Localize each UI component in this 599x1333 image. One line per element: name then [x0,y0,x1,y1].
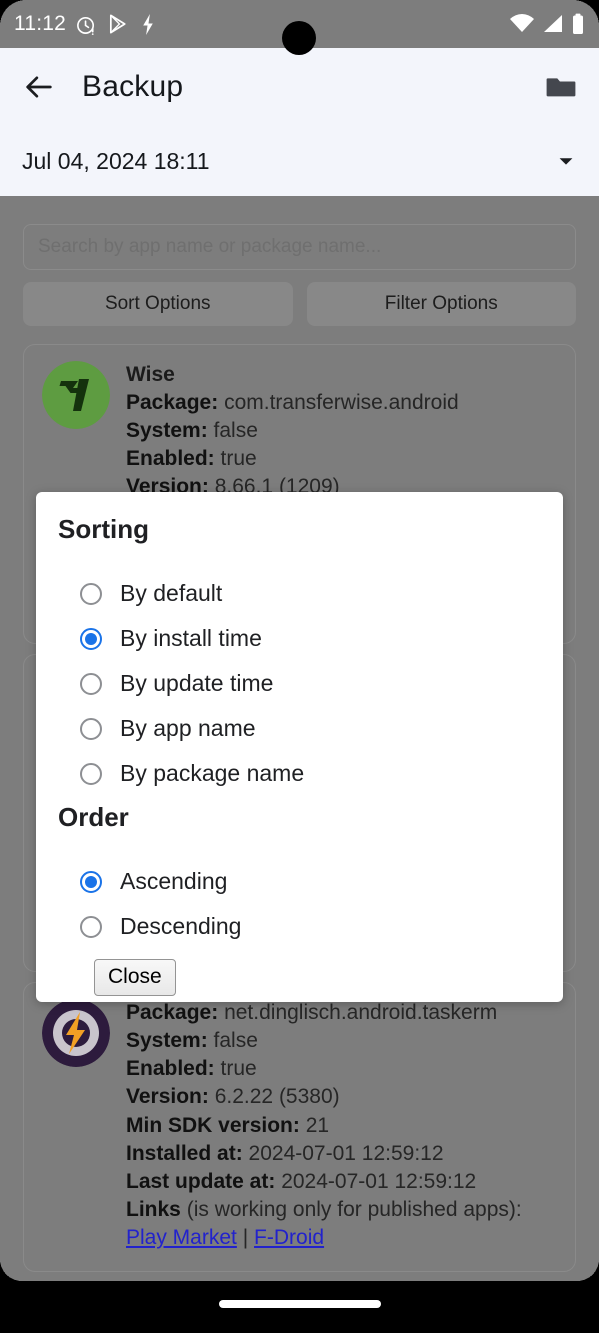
radio-label: By app name [120,715,256,741]
radio-label: Descending [120,913,242,939]
radio-ascending[interactable]: Ascending [58,859,563,904]
value-package: com.transferwise.android [224,390,459,414]
wise-app-icon [42,361,110,429]
alarm-clock-icon [77,16,95,35]
app-minsdk-row: Min SDK version: 21 [126,1112,557,1140]
radio-descending[interactable]: Descending [58,904,563,949]
radio-icon[interactable] [80,582,102,605]
sort-options-button[interactable]: Sort Options [23,282,293,326]
links-note: (is working only for published apps): [186,1197,522,1221]
label-enabled: Enabled: [126,1057,215,1081]
app-package-row: Package: net.dinglisch.android.taskerm [126,999,557,1027]
value-system: false [213,1029,258,1053]
app-card-inner: Package: net.dinglisch.android.taskerm S… [24,983,575,1252]
app-version-row: Version: 6.2.22 (5380) [126,1083,557,1111]
radio-label: By package name [120,760,305,786]
tasker-app-icon [42,999,110,1067]
page-title: Backup [82,70,184,103]
radio-icon[interactable] [80,672,102,695]
status-bar-left: 11:12 [14,12,157,36]
search-placeholder: Search by app name or package name... [38,236,382,257]
app-card-tasker[interactable]: Package: net.dinglisch.android.taskerm S… [23,982,576,1272]
cellular-signal-icon [544,15,562,32]
app-links-list: Play Market | F-Droid [126,1224,557,1252]
radio-icon-selected[interactable] [80,627,102,650]
radio-icon[interactable] [80,762,102,785]
options-row: Sort Options Filter Options [23,282,576,326]
filter-options-button[interactable]: Filter Options [306,282,576,326]
app-enabled-row: Enabled: true [126,1055,557,1083]
value-system: false [213,418,258,442]
radio-label: By update time [120,670,274,696]
label-links: Links [126,1197,181,1221]
label-system: System: [126,418,208,442]
order-section-title: Order [58,802,129,832]
back-arrow-icon[interactable] [22,70,56,104]
status-bar-clock: 11:12 [14,12,66,35]
app-system-row: System: false [126,417,557,445]
app-info: Package: net.dinglisch.android.taskerm S… [126,999,557,1252]
order-radio-group: Ascending Descending [36,859,563,949]
sort-radio-group: By default By install time By update tim… [36,571,563,796]
radio-by-install-time[interactable]: By install time [58,616,563,661]
value-enabled: true [220,1057,257,1081]
radio-label: By install time [120,625,262,651]
close-button[interactable]: Close [94,959,176,997]
link-separator: | [242,1226,249,1249]
radio-by-app-name[interactable]: By app name [58,706,563,751]
label-enabled: Enabled: [126,446,215,470]
label-version: Version: [126,1085,209,1109]
radio-label: Ascending [120,868,228,894]
radio-icon-selected[interactable] [80,870,102,893]
label-package: Package: [126,390,219,414]
app-enabled-row: Enabled: true [126,445,557,473]
label-last-update-at: Last update at: [126,1169,276,1193]
radio-by-package-name[interactable]: By package name [58,751,563,796]
app-system-row: System: false [126,1027,557,1055]
front-camera-cutout [282,21,316,55]
search-input[interactable]: Search by app name or package name... [23,224,576,270]
radio-icon[interactable] [80,915,102,938]
backup-date-selector[interactable]: Jul 04, 2024 18:11 [0,130,599,192]
wifi-icon [510,14,534,32]
link-fdroid[interactable]: F-Droid [254,1226,324,1249]
value-enabled: true [220,446,257,470]
value-package: net.dinglisch.android.taskerm [224,1001,498,1024]
app-installed-row: Installed at: 2024-07-01 12:59:12 [126,1140,557,1168]
toolbar: Backup [0,48,599,126]
navigation-bar [0,1281,599,1333]
phone-screen: 11:12 Backup Jul 04, 2024 18:11 Search b… [0,0,599,1333]
chevron-down-icon[interactable] [555,150,577,172]
backup-date-label: Jul 04, 2024 18:11 [22,147,210,174]
home-gesture-pill[interactable] [218,1300,381,1308]
radio-label: By default [120,580,223,606]
app-name: Wise [126,363,175,386]
app-package-row: Package: com.transferwise.android [126,389,557,417]
app-info: Wise Package: com.transferwise.android S… [126,361,557,501]
dialog-title: Sorting [58,514,149,544]
label-min-sdk: Min SDK version: [126,1113,300,1137]
radio-by-default[interactable]: By default [58,571,563,616]
value-min-sdk: 21 [305,1113,330,1137]
radio-by-update-time[interactable]: By update time [58,661,563,706]
app-card-inner: Wise Package: com.transferwise.android S… [24,345,575,501]
app-updated-row: Last update at: 2024-07-01 12:59:12 [126,1168,557,1196]
label-installed-at: Installed at: [126,1141,243,1165]
label-system: System: [126,1029,208,1053]
app-header: Backup Jul 04, 2024 18:11 [0,48,599,196]
play-store-icon [109,14,126,34]
folder-icon[interactable] [545,71,577,103]
value-installed-at: 2024-07-01 12:59:12 [248,1141,444,1165]
app-links-row: Links (is working only for published app… [126,1196,557,1224]
value-last-update-at: 2024-07-01 12:59:12 [281,1169,477,1193]
status-bar-right [509,13,585,35]
radio-icon[interactable] [80,717,102,740]
label-package: Package: [126,1001,219,1024]
battery-icon [573,13,583,34]
lightning-bolt-icon [143,13,153,35]
sorting-dialog: Sorting By default By install time By up… [36,492,563,1002]
link-play-market[interactable]: Play Market [126,1226,237,1249]
value-version: 6.2.22 (5380) [214,1085,340,1109]
